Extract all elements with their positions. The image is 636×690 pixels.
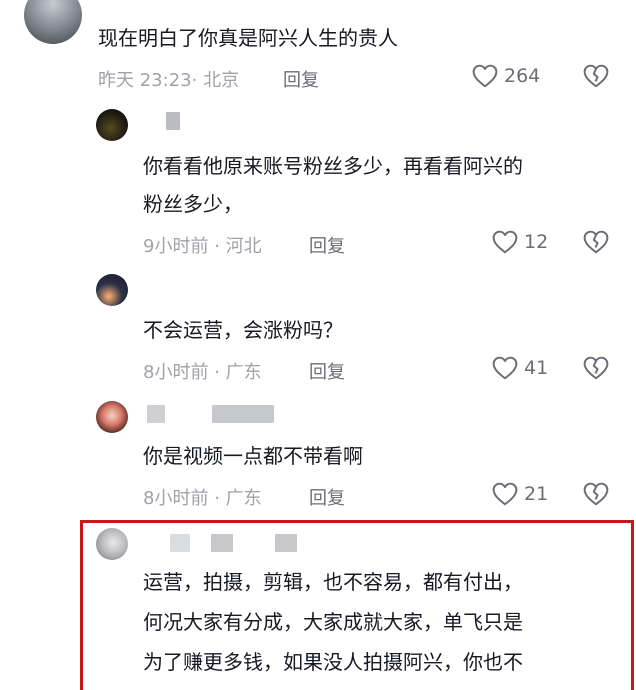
like-count: 12 [524, 231, 549, 253]
comment-text: 为了赚更多钱，如果没人拍摄阿兴，你也不 [143, 650, 523, 674]
reply-button[interactable]: 回复 [309, 358, 345, 384]
comment-text: 现在明白了你真是阿兴人生的贵人 [98, 26, 398, 50]
comment-location: 广东 [225, 488, 262, 509]
comment-time: 8小时前 [143, 488, 209, 509]
comment-text: 你看看他原来账号粉丝多少，再看看阿兴的 [143, 154, 523, 178]
comment-time: 8小时前 [143, 362, 209, 383]
heart-icon [472, 64, 498, 88]
comment-text: 粉丝多少， [143, 192, 243, 216]
like-count: 264 [504, 65, 541, 87]
comment-location: 河北 [225, 236, 262, 257]
dislike-button[interactable] [583, 482, 609, 506]
like-button[interactable]: 264 [472, 64, 540, 88]
like-button[interactable]: 12 [492, 230, 548, 254]
dislike-button[interactable] [583, 356, 609, 380]
username-blurred [170, 534, 190, 552]
like-button[interactable]: 21 [492, 482, 548, 506]
username-blurred [211, 534, 233, 552]
reply-button[interactable]: 回复 [283, 66, 319, 92]
like-count: 21 [524, 483, 549, 505]
dislike-button[interactable] [583, 64, 609, 88]
username-blurred [166, 112, 180, 130]
comment-meta: 8小时前 · 广东 [143, 484, 262, 510]
broken-heart-icon [583, 482, 609, 506]
heart-icon [492, 356, 518, 380]
comment-meta: 8小时前 · 广东 [143, 358, 262, 384]
username-blurred [212, 405, 274, 423]
comment-meta: 9小时前 · 河北 [143, 232, 262, 258]
username-blurred [147, 405, 165, 423]
comment-text: 不会运营，会涨粉吗？ [143, 318, 343, 342]
meta-separator: · [214, 236, 220, 257]
meta-separator: · [214, 362, 220, 383]
broken-heart-icon [583, 230, 609, 254]
comment-meta: 昨天 23:23· 北京 [98, 66, 239, 92]
comment-text: 运营，拍摄，剪辑，也不容易，都有付出， [143, 570, 523, 594]
comment-time: 9小时前 [143, 236, 209, 257]
meta-separator: · [191, 70, 198, 91]
like-button[interactable]: 41 [492, 356, 548, 380]
like-count: 41 [524, 357, 549, 379]
reply-button[interactable]: 回复 [309, 232, 345, 258]
comment-location: 北京 [203, 70, 240, 91]
comment-location: 广东 [225, 362, 262, 383]
heart-icon [492, 230, 518, 254]
broken-heart-icon [583, 64, 609, 88]
reply-button[interactable]: 回复 [309, 484, 345, 510]
heart-icon [492, 482, 518, 506]
meta-separator: · [214, 488, 220, 509]
avatar[interactable] [96, 274, 128, 306]
avatar[interactable] [96, 528, 128, 560]
dislike-button[interactable] [583, 230, 609, 254]
avatar[interactable] [96, 109, 128, 141]
avatar[interactable] [24, 0, 82, 44]
comment-time: 昨天 23:23 [98, 70, 192, 91]
comment-text: 你是视频一点都不带看啊 [143, 444, 363, 468]
broken-heart-icon [583, 356, 609, 380]
comment-text: 何况大家有分成，大家成就大家，单飞只是 [143, 610, 523, 634]
username-blurred [275, 534, 297, 552]
avatar[interactable] [96, 401, 128, 433]
